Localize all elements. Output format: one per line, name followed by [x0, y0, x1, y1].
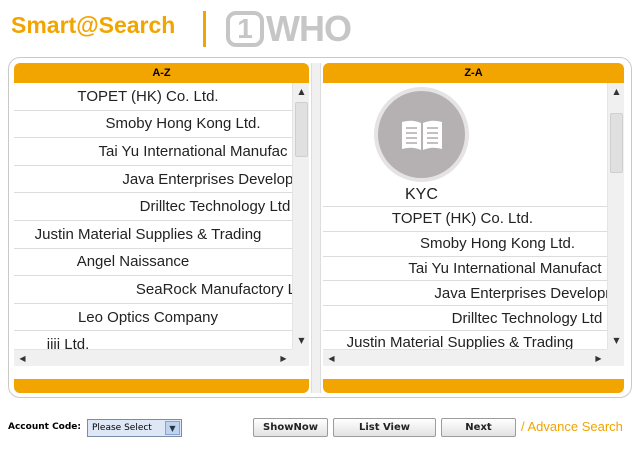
list-item[interactable]: Justin Material Supplies & Trading [14, 221, 292, 249]
scroll-thumb[interactable] [610, 113, 623, 173]
list-item[interactable]: Drilltec Technology Ltd [14, 193, 292, 221]
account-code-select[interactable]: Please Select ▼ [87, 419, 182, 437]
za-panel: Z-A KYC TOPET (HK) Co. Ltd. Smoby Hong K… [323, 63, 624, 393]
list-item[interactable]: Leo Optics Company [14, 304, 292, 332]
list-item[interactable]: Tai Yu International Manufac [14, 138, 292, 166]
scroll-thumb[interactable] [295, 102, 308, 157]
show-now-button[interactable]: ShowNow [253, 418, 328, 437]
za-horizontal-scrollbar[interactable]: ◀ ▶ [323, 349, 607, 366]
scroll-left-icon[interactable]: ◀ [14, 350, 31, 366]
az-panel: A-Z TOPET (HK) Co. Ltd. Smoby Hong Kong … [14, 63, 309, 393]
next-button[interactable]: Next [441, 418, 516, 437]
za-panel-header: Z-A [323, 63, 624, 83]
list-item[interactable]: Java Enterprises Developn [323, 281, 607, 307]
list-view-button[interactable]: List View [333, 418, 436, 437]
kyc-book-icon[interactable] [374, 87, 469, 182]
kyc-label: KYC [405, 186, 438, 203]
scroll-right-icon[interactable]: ▶ [275, 350, 292, 366]
za-list-wrap: KYC TOPET (HK) Co. Ltd. Smoby Hong Kong … [323, 83, 624, 366]
za-panel-footer [323, 379, 624, 393]
az-panel-header: A-Z [14, 63, 309, 83]
scroll-corner [292, 349, 309, 366]
list-item[interactable]: Tai Yu International Manufact [323, 257, 607, 282]
account-code-value: Please Select [92, 423, 152, 433]
scroll-up-icon[interactable]: ▲ [608, 83, 624, 100]
who-text: WHO [266, 8, 352, 49]
scroll-up-icon[interactable]: ▲ [293, 83, 309, 100]
one-who-logo: 1 WHO [226, 8, 352, 49]
list-item[interactable]: Drilltec Technology Ltd [323, 306, 607, 331]
za-list: KYC TOPET (HK) Co. Ltd. Smoby Hong Kong … [323, 83, 607, 349]
list-item[interactable]: TOPET (HK) Co. Ltd. [323, 207, 607, 232]
az-list: TOPET (HK) Co. Ltd. Smoby Hong Kong Ltd.… [14, 83, 292, 349]
smart-search-logo: Smart@Search [11, 12, 176, 38]
az-list-wrap: TOPET (HK) Co. Ltd. Smoby Hong Kong Ltd.… [14, 83, 309, 366]
list-item[interactable]: TOPET (HK) Co. Ltd. [14, 83, 292, 111]
az-panel-footer [14, 379, 309, 393]
za-vertical-scrollbar[interactable]: ▲ ▼ [607, 83, 624, 349]
list-item[interactable]: Java Enterprises Developn [14, 166, 292, 194]
list-item[interactable]: Smoby Hong Kong Ltd. [14, 111, 292, 139]
scroll-down-icon[interactable]: ▼ [608, 332, 624, 349]
az-vertical-scrollbar[interactable]: ▲ ▼ [292, 83, 309, 349]
scroll-corner [607, 349, 624, 366]
who-number-badge: 1 [226, 11, 264, 47]
advance-search-link[interactable]: / Advance Search [521, 419, 623, 434]
chevron-down-icon[interactable]: ▼ [165, 421, 180, 435]
header-divider [203, 11, 206, 47]
list-item[interactable]: Angel Naissance [14, 249, 292, 277]
panel-divider [309, 63, 323, 393]
scroll-down-icon[interactable]: ▼ [293, 332, 309, 349]
account-code-label: Account Code: [8, 422, 82, 432]
results-container: A-Z TOPET (HK) Co. Ltd. Smoby Hong Kong … [8, 57, 632, 398]
list-item[interactable]: Justin Material Supplies & Trading [323, 331, 607, 349]
list-item[interactable]: Smoby Hong Kong Ltd. [323, 232, 607, 257]
az-horizontal-scrollbar[interactable]: ◀ ▶ [14, 349, 292, 366]
kyc-tile[interactable]: KYC [323, 83, 607, 207]
list-item[interactable]: iiii Ltd. [14, 331, 292, 349]
scroll-left-icon[interactable]: ◀ [323, 350, 340, 366]
scroll-right-icon[interactable]: ▶ [590, 350, 607, 366]
list-item[interactable]: SeaRock Manufactory Lt [14, 276, 292, 304]
